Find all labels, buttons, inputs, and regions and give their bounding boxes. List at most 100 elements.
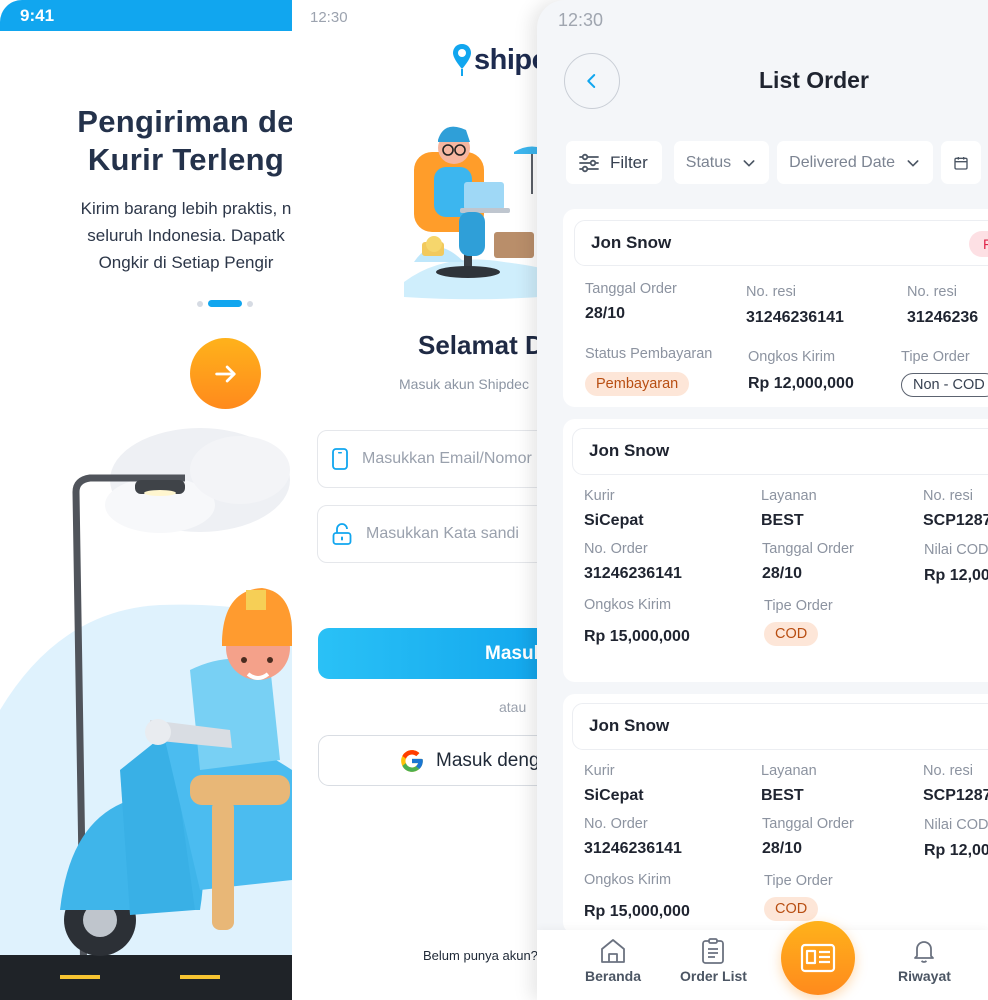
date-picker-button[interactable]	[940, 141, 981, 184]
page-title: List Order	[759, 67, 869, 93]
lock-icon	[332, 523, 352, 545]
tanggal-order-label: Tanggal Order	[585, 281, 677, 297]
no-resi-value: SCP1287	[923, 512, 988, 529]
bottom-navigation: Beranda Order List Riwayat	[537, 930, 988, 1000]
delivered-date-label: Delivered Date	[789, 153, 895, 171]
filter-bar: Filter Status Delivered Date	[566, 141, 981, 184]
onboarding-description: Kirim barang lebih praktis, n seluruh In…	[0, 195, 292, 276]
nav-label: Beranda	[585, 968, 642, 984]
title-line-1: Pengiriman de	[77, 104, 292, 139]
password-input[interactable]	[366, 525, 552, 543]
no-resi-label: No. resi	[746, 284, 796, 300]
chevron-down-icon	[907, 159, 919, 167]
kurir-label: Kurir	[584, 488, 615, 504]
no-order-label: No. Order	[584, 541, 648, 557]
layanan-label: Layanan	[761, 763, 817, 779]
login-button[interactable]: Masul	[318, 628, 552, 679]
list-order-screen: 12:30 List Order Filter Status Delivered…	[537, 0, 988, 1000]
app-logo: shipo	[452, 43, 549, 77]
page-dot-active[interactable]	[208, 300, 242, 307]
title-line-2: Kurir Terleng	[87, 142, 285, 177]
customer-name: Jon Snow	[589, 716, 670, 735]
onboarding-title: Pengiriman de Kurir Terleng	[0, 103, 292, 179]
back-button[interactable]	[564, 53, 620, 109]
status-dropdown-label: Status	[685, 153, 732, 171]
nav-item-beranda[interactable]: Beranda	[585, 938, 641, 984]
receipt-icon	[800, 943, 836, 973]
next-button[interactable]	[190, 338, 261, 409]
email-field[interactable]	[317, 430, 552, 488]
no-order-value: 31246236141	[584, 840, 682, 857]
home-icon	[601, 939, 625, 963]
no-resi-value: SCP1287	[923, 787, 988, 804]
tipe-order-label: Tipe Order	[764, 598, 833, 614]
arrow-right-icon	[214, 365, 236, 382]
kurir-value: SiCepat	[584, 787, 644, 804]
ongkos-kirim-value: Rp 15,000,000	[584, 903, 690, 920]
kurir-value: SiCepat	[584, 512, 644, 529]
status-pembayaran-label: Status Pembayaran	[585, 346, 713, 362]
tipe-order-label: Tipe Order	[764, 873, 833, 889]
nilai-cod-label: Nilai COD	[924, 542, 988, 558]
welcome-subtitle: Masuk akun Shipdec	[399, 376, 529, 392]
desc-line-3: Ongkir di Setiap Pengir	[98, 253, 274, 272]
signup-prompt[interactable]: Belum punya akun?	[423, 948, 538, 963]
order-type-badge: Non - COD	[901, 373, 988, 397]
filter-label: Filter	[610, 152, 648, 172]
order-card-header: Jon Snow F	[574, 220, 988, 266]
google-icon	[401, 749, 423, 772]
ongkos-kirim-label: Ongkos Kirim	[748, 349, 836, 365]
no-resi-value: 31246236141	[746, 309, 844, 326]
welcome-title: Selamat D	[418, 330, 544, 360]
status-time: 12:30	[558, 10, 604, 30]
status-dropdown[interactable]: Status	[673, 141, 770, 184]
email-input[interactable]	[362, 450, 552, 468]
nav-label: Order List	[680, 968, 747, 984]
tanggal-order-label: Tanggal Order	[762, 816, 854, 832]
courier-scooter-illustration	[0, 428, 292, 1000]
no-resi-label: No. resi	[923, 488, 973, 504]
desc-line-1: Kirim barang lebih praktis, n	[80, 199, 292, 218]
tanggal-order-value: 28/10	[762, 565, 803, 582]
nav-label: Riwayat	[898, 968, 951, 984]
nilai-cod-value: Rp 12,00	[924, 567, 988, 584]
status-badge: F	[969, 231, 988, 257]
order-card-header: Jon Snow	[572, 428, 988, 475]
desc-line-2: seluruh Indonesia. Dapatk	[87, 226, 285, 245]
google-login-button[interactable]: Masuk deng	[318, 735, 552, 786]
or-divider-text: atau	[499, 699, 527, 715]
filter-button[interactable]: Filter	[566, 141, 662, 184]
page-indicator	[197, 300, 253, 307]
phone-icon	[332, 448, 348, 470]
ongkos-kirim-value: Rp 12,000,000	[748, 375, 854, 392]
page-dot[interactable]	[247, 300, 253, 307]
status-time: 9:41	[20, 6, 55, 25]
google-button-label: Masuk deng	[436, 749, 540, 771]
layanan-label: Layanan	[761, 488, 817, 504]
customer-name: Jon Snow	[589, 441, 670, 460]
tanggal-order-value: 28/10	[762, 840, 803, 857]
login-screen: 12:30 shipo Selamat D Masuk akun Shipdec…	[292, 0, 552, 1000]
nav-item-riwayat[interactable]: Riwayat	[898, 938, 951, 984]
password-field[interactable]	[317, 505, 552, 563]
location-pin-icon	[453, 44, 471, 76]
order-card[interactable]: Jon Snow Kurir SiCepat Layanan BEST No. …	[563, 419, 988, 682]
kurir-label: Kurir	[584, 763, 615, 779]
chevron-down-icon	[743, 159, 755, 167]
order-card[interactable]: Jon Snow Kurir SiCepat Layanan BEST No. …	[563, 694, 988, 934]
layanan-value: BEST	[761, 512, 804, 529]
order-type-badge: COD	[764, 622, 819, 646]
nav-item-order-list[interactable]: Order List	[680, 938, 747, 984]
status-bar: 9:41	[0, 0, 292, 31]
no-resi-label: No. resi	[923, 763, 973, 779]
nilai-cod-value: Rp 12,00	[924, 842, 988, 859]
calendar-icon	[954, 156, 968, 170]
clipboard-icon	[702, 938, 725, 964]
order-card[interactable]: Jon Snow F Tanggal Order 28/10 No. resi …	[563, 209, 988, 407]
page-dot[interactable]	[197, 300, 203, 307]
delivered-date-dropdown[interactable]: Delivered Date	[777, 141, 933, 184]
no-order-value: 31246236141	[584, 565, 682, 582]
chevron-left-icon	[587, 74, 596, 88]
create-order-button[interactable]	[781, 921, 855, 995]
layanan-value: BEST	[761, 787, 804, 804]
